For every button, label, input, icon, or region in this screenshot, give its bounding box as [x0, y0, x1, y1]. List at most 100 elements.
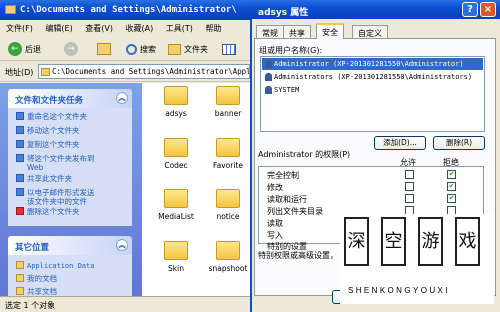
- tab-general[interactable]: 常规: [256, 25, 284, 38]
- place-my-documents[interactable]: 我的文档: [16, 274, 57, 283]
- permissions-label: Administrator 的权限(P): [258, 150, 351, 159]
- user-icon: [265, 60, 272, 68]
- address-value: C:\Documents and Settings\Administrator\…: [52, 67, 250, 76]
- tasks-panel-header[interactable]: 文件和文件夹任务 ︽: [8, 89, 132, 108]
- tab-sharing[interactable]: 共享: [283, 25, 311, 38]
- address-input[interactable]: C:\Documents and Settings\Administrator\…: [38, 64, 250, 79]
- folder-name: notice: [216, 212, 240, 221]
- up-folder-button[interactable]: [97, 40, 111, 58]
- email-icon: [16, 188, 24, 196]
- watermark-char: 游: [418, 217, 443, 266]
- task-share-folder[interactable]: 共享此文件夹: [16, 174, 72, 183]
- shared-documents-icon: [16, 287, 24, 295]
- task-delete-folder[interactable]: 删除这个文件夹: [16, 207, 80, 216]
- search-label: 搜索: [140, 44, 156, 54]
- folder-item[interactable]: banner: [203, 86, 253, 118]
- status-text: 选定 1 个对象: [5, 301, 56, 310]
- folder-name: adsys: [165, 109, 187, 118]
- folder-name: Codec: [164, 161, 188, 170]
- task-label: 复制这个文件夹: [27, 140, 80, 149]
- remove-user-button[interactable]: 删除(R): [433, 136, 485, 150]
- user-row-administrators[interactable]: Administrators (XP-201301281550\Administ…: [262, 71, 483, 83]
- close-icon: ×: [483, 4, 493, 15]
- allow-checkbox[interactable]: [405, 194, 414, 203]
- permission-write: 写入: [267, 231, 283, 240]
- folder-icon: [164, 86, 188, 105]
- folder-icon: [216, 86, 240, 105]
- task-publish-web-line2[interactable]: Web: [27, 163, 43, 172]
- places-panel-title: 其它位置: [15, 243, 50, 253]
- task-move-folder[interactable]: 移动这个文件夹: [16, 126, 80, 135]
- menu-tools[interactable]: 工具(T): [166, 24, 193, 33]
- views-icon: [222, 43, 236, 55]
- folders-label: 文件夹: [184, 44, 208, 54]
- collapse-chevron-icon[interactable]: ︽: [116, 92, 128, 104]
- group-icon: [265, 86, 272, 94]
- allow-checkbox[interactable]: [405, 170, 414, 179]
- folder-item[interactable]: Favorite: [203, 138, 253, 170]
- user-name: Administrators (XP-201301281550\Administ…: [274, 73, 473, 81]
- folder-item[interactable]: snapshoot: [203, 241, 253, 273]
- menu-edit[interactable]: 编辑(E): [45, 24, 72, 33]
- tab-security[interactable]: 安全: [316, 23, 344, 39]
- folder-name: Skin: [168, 264, 184, 273]
- watermark-char: 深: [344, 217, 369, 266]
- collapse-chevron-icon[interactable]: ︽: [116, 239, 128, 251]
- task-label: 重命名这个文件夹: [27, 112, 87, 121]
- permission-modify: 修改: [267, 183, 283, 192]
- deny-checkbox[interactable]: ✔: [447, 170, 456, 179]
- task-label: 以电子邮件形式发送: [27, 188, 95, 197]
- folder-item[interactable]: MediaList: [151, 189, 201, 221]
- address-label: 地址(D): [5, 68, 34, 77]
- watermark-char: 空: [381, 217, 406, 266]
- menu-file[interactable]: 文件(F): [6, 24, 33, 33]
- deny-checkbox[interactable]: ✔: [447, 194, 456, 203]
- place-shared-documents[interactable]: 共享文档: [16, 287, 57, 296]
- task-copy-folder[interactable]: 复制这个文件夹: [16, 140, 80, 149]
- copy-icon: [16, 140, 24, 148]
- folder-item[interactable]: notice: [203, 189, 253, 221]
- task-rename-folder[interactable]: 重命名这个文件夹: [16, 112, 87, 121]
- folder-item[interactable]: adsys: [151, 86, 201, 118]
- allow-checkbox[interactable]: [405, 182, 414, 191]
- watermark-letters: SHENKONGYOUXI: [348, 286, 450, 295]
- place-label: 共享文档: [27, 287, 57, 296]
- close-button[interactable]: ×: [480, 2, 496, 17]
- task-publish-web[interactable]: 将这个文件夹发布到: [16, 154, 95, 163]
- back-label: 后退: [25, 44, 41, 54]
- deny-checkbox[interactable]: ✔: [447, 182, 456, 191]
- place-application-data[interactable]: Application Data: [16, 261, 94, 271]
- folder-name: Favorite: [213, 161, 243, 170]
- folder-icon: [216, 241, 240, 260]
- search-icon: [126, 43, 137, 55]
- forward-button[interactable]: →: [64, 40, 81, 58]
- help-button[interactable]: ?: [462, 2, 478, 17]
- tab-custom[interactable]: 自定义: [352, 25, 388, 38]
- user-row-administrator[interactable]: Administrator (XP-201301281550\Administr…: [262, 58, 483, 70]
- task-email-folder-line2[interactable]: 该文件夹中的文件: [27, 197, 87, 206]
- places-panel-header[interactable]: 其它位置 ︽: [8, 236, 132, 255]
- groups-label: 组或用户名称(G):: [259, 46, 323, 55]
- folder-icon: [41, 68, 50, 76]
- folder-item[interactable]: Skin: [151, 241, 201, 273]
- task-label: 将这个文件夹发布到: [27, 154, 95, 163]
- folders-button[interactable]: 文件夹: [168, 40, 208, 58]
- permission-read-execute: 读取和运行: [267, 195, 307, 204]
- place-label: 我的文档: [27, 274, 57, 283]
- menu-favorites[interactable]: 收藏(A): [126, 24, 154, 33]
- up-folder-icon: [97, 43, 111, 55]
- folder-item[interactable]: Codec: [151, 138, 201, 170]
- folder-name: snapshoot: [208, 264, 248, 273]
- task-email-folder[interactable]: 以电子邮件形式发送: [16, 188, 95, 197]
- permission-full-control: 完全控制: [267, 171, 299, 180]
- folder-icon: [216, 189, 240, 208]
- menu-view[interactable]: 查看(V): [85, 24, 113, 33]
- views-button[interactable]: [222, 40, 236, 58]
- menu-help[interactable]: 帮助: [205, 24, 221, 33]
- back-arrow-icon: ←: [8, 42, 22, 56]
- back-button[interactable]: ← 后退: [8, 40, 41, 58]
- watermark-char: 戏: [455, 217, 480, 266]
- user-row-system[interactable]: SYSTEM: [262, 84, 483, 96]
- add-user-button[interactable]: 添加(D)...: [374, 136, 426, 150]
- search-button[interactable]: 搜索: [126, 40, 156, 58]
